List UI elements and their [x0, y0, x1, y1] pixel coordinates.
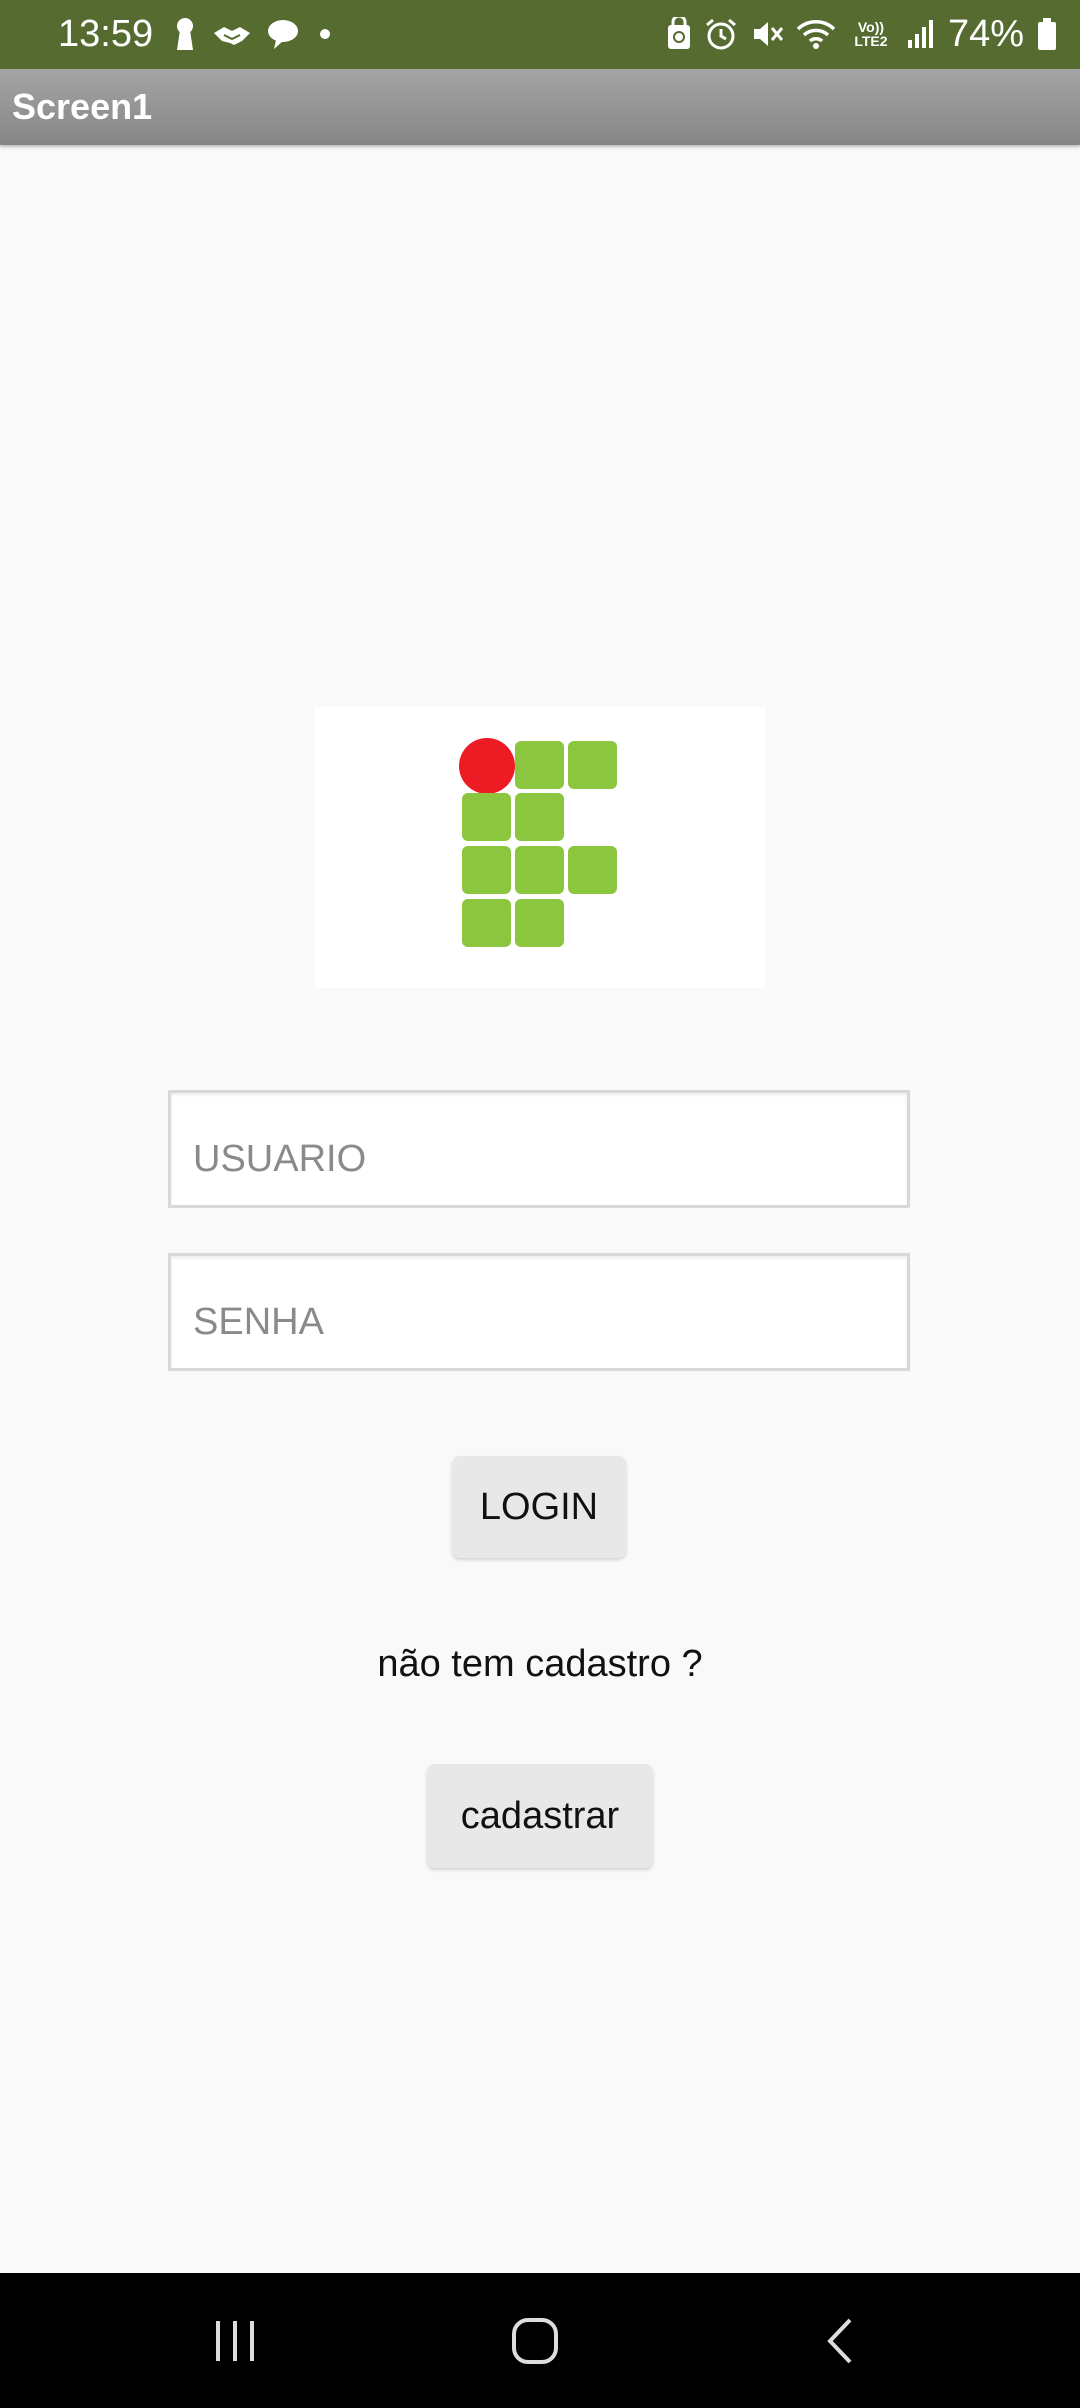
login-button[interactable]: LOGIN — [452, 1456, 626, 1558]
app-title-bar: Screen1 — [0, 69, 1080, 145]
volte-label: Vo)) LTE2 — [854, 19, 888, 49]
logo-red-dot — [459, 738, 515, 794]
logo-square — [515, 793, 564, 841]
logo-square — [515, 899, 564, 947]
battery-percent: 74% — [947, 13, 1024, 55]
back-icon — [827, 2318, 852, 2363]
handshake-notification-icon — [212, 19, 252, 49]
screen-title: Screen1 — [12, 86, 153, 127]
more-notifications-dot-icon — [314, 23, 336, 45]
logo-square — [462, 793, 511, 841]
username-input[interactable] — [168, 1090, 910, 1208]
recent-apps-icon — [216, 2320, 254, 2361]
back-button[interactable] — [775, 2273, 905, 2408]
if-institute-logo — [315, 707, 765, 988]
recycle-lock-icon — [666, 17, 692, 51]
system-navigation-bar — [0, 2273, 1080, 2408]
register-question-text: não tem cadastro ? — [377, 1643, 703, 1685]
logo-square — [515, 741, 564, 789]
password-input[interactable] — [168, 1253, 910, 1371]
register-button[interactable]: cadastrar — [427, 1764, 653, 1868]
logo-square — [462, 899, 511, 947]
wifi-icon — [796, 17, 836, 51]
mute-icon — [750, 17, 784, 51]
home-button[interactable] — [470, 2273, 600, 2408]
logo-square — [515, 846, 564, 894]
alarm-icon — [704, 17, 738, 51]
chat-bubble-notification-icon — [266, 18, 300, 50]
logo-square — [462, 846, 511, 894]
battery-icon — [1036, 17, 1058, 51]
system-status-icons: Vo)) LTE2 74% — [666, 10, 1058, 58]
logo-square — [568, 846, 617, 894]
logo-graphic — [459, 738, 617, 947]
notification-icons — [172, 12, 336, 56]
logo-square — [568, 741, 617, 789]
signal-icon — [906, 18, 936, 50]
recent-apps-button[interactable] — [170, 2273, 300, 2408]
volte-icon: Vo)) LTE2 — [848, 20, 894, 48]
keyhole-notification-icon — [172, 16, 198, 52]
status-time: 13:59 — [58, 13, 154, 55]
home-icon — [512, 2317, 558, 2364]
status-bar: 13:59 Vo)) LTE2 74% — [0, 0, 1080, 69]
